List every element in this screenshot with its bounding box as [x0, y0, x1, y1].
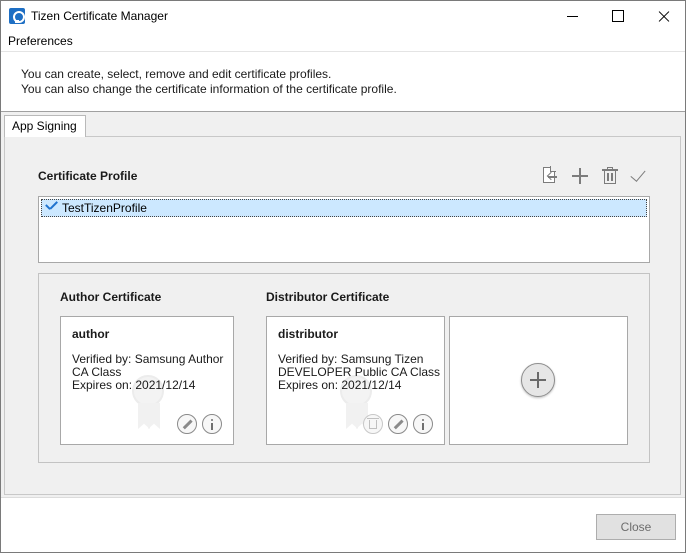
certificate-profile-title: Certificate Profile [38, 169, 138, 183]
import-profile-icon[interactable] [539, 165, 561, 187]
active-check-icon [45, 202, 59, 212]
certificate-manager-window: Tizen Certificate Manager Preferences Yo… [0, 0, 686, 553]
close-button[interactable]: Close [596, 514, 676, 540]
distributor-certificate-title: Distributor Certificate [266, 290, 390, 304]
author-cert-name: author [72, 327, 110, 341]
distributor-expires: Expires on: 2021/12/14 [278, 378, 402, 392]
description-panel: You can create, select, remove and edit … [1, 51, 685, 112]
delete-distributor-button[interactable] [363, 414, 383, 434]
author-expires: Expires on: 2021/12/14 [72, 378, 196, 392]
edit-distributor-button[interactable] [388, 414, 408, 434]
remove-profile-icon[interactable] [599, 165, 621, 187]
distributor-certificate-card[interactable]: distributor Verified by: Samsung Tizen D… [266, 316, 445, 445]
edit-author-button[interactable] [177, 414, 197, 434]
minimize-button[interactable] [549, 1, 595, 31]
footer-bar [1, 498, 685, 552]
menu-preferences[interactable]: Preferences [8, 34, 73, 48]
author-certificate-card[interactable]: author Verified by: Samsung Author CA Cl… [60, 316, 234, 445]
add-profile-icon[interactable] [569, 165, 591, 187]
distributor-cert-name: distributor [278, 327, 338, 341]
tab-label: App Signing [12, 119, 77, 133]
app-icon [9, 8, 25, 24]
menu-bar: Preferences [1, 31, 685, 51]
profile-name: TestTizenProfile [62, 201, 147, 215]
add-distributor-card[interactable] [449, 316, 628, 445]
close-window-button[interactable] [641, 1, 685, 31]
set-active-profile-icon[interactable] [629, 165, 651, 187]
window-title: Tizen Certificate Manager [31, 9, 168, 23]
author-certificate-title: Author Certificate [60, 290, 162, 304]
add-distributor-icon[interactable] [521, 363, 555, 397]
author-info-button[interactable] [202, 414, 222, 434]
description-line-2: You can also change the certificate info… [21, 82, 397, 96]
title-bar: Tizen Certificate Manager [1, 1, 685, 31]
profile-list: TestTizenProfile [38, 196, 650, 263]
maximize-button[interactable] [595, 1, 641, 31]
description-line-1: You can create, select, remove and edit … [21, 67, 332, 81]
profile-list-item[interactable]: TestTizenProfile [41, 199, 647, 217]
distributor-info-button[interactable] [413, 414, 433, 434]
tab-app-signing[interactable]: App Signing [4, 115, 86, 137]
